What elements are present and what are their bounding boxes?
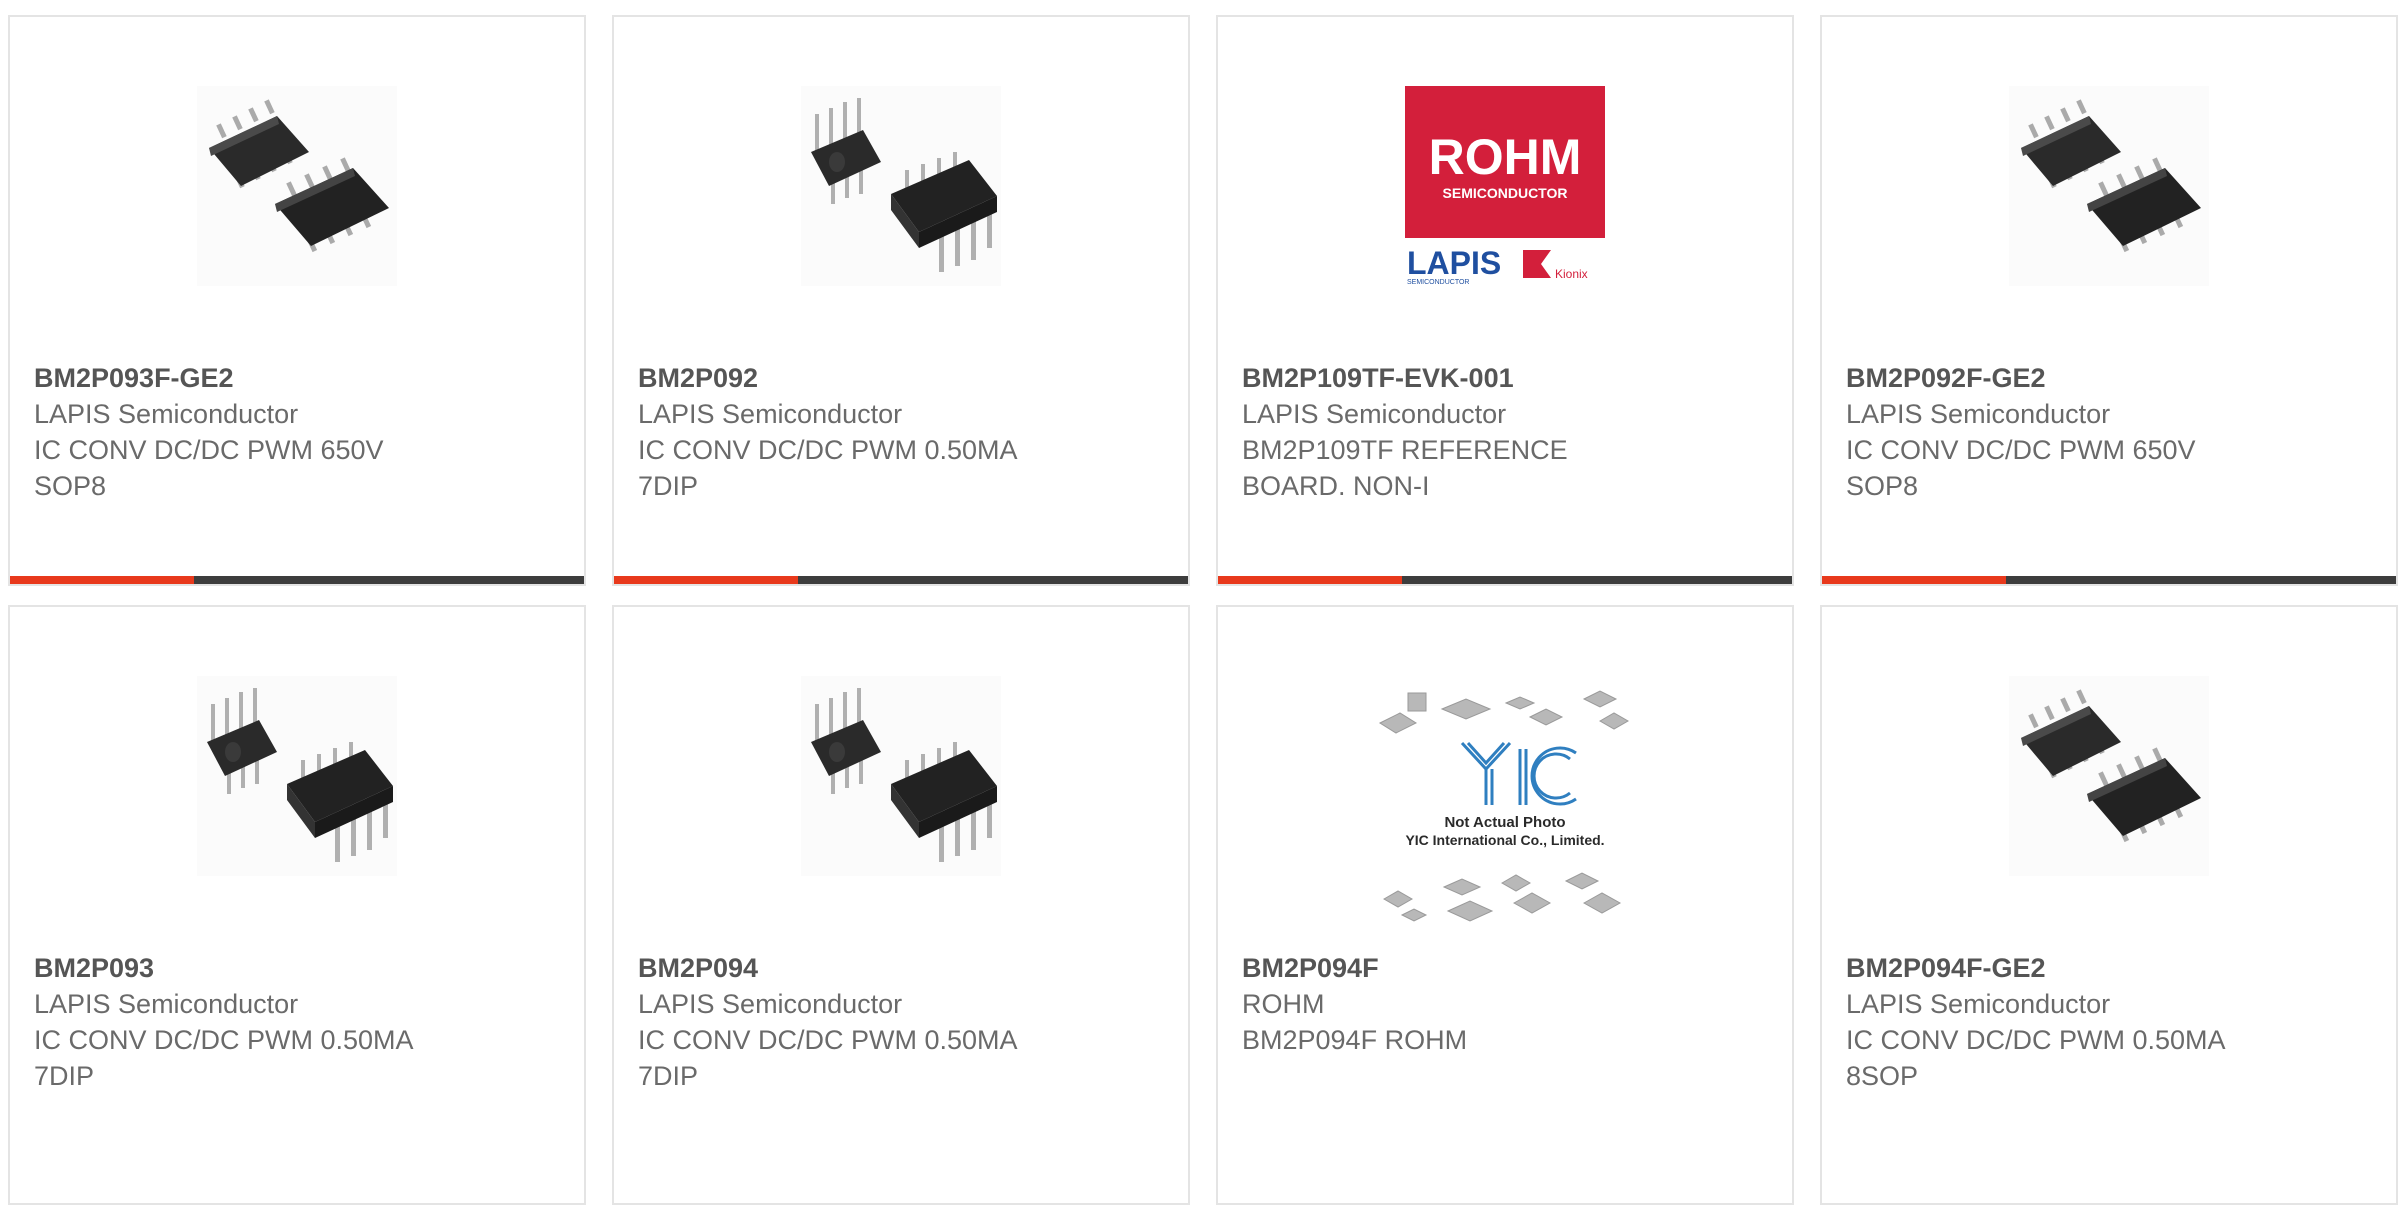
- manufacturer: ROHM: [1242, 989, 1325, 1019]
- description-line-2: BOARD. NON-I: [1242, 471, 1430, 501]
- product-image[interactable]: [2009, 676, 2209, 876]
- part-number[interactable]: BM2P093: [34, 950, 572, 986]
- manufacturer: LAPIS Semiconductor: [638, 399, 903, 429]
- part-number[interactable]: BM2P094F: [1242, 950, 1780, 986]
- dip-chip-photo: [801, 86, 1001, 286]
- dip-chip-photo: [801, 676, 1001, 876]
- manufacturer: LAPIS Semiconductor: [1846, 399, 2111, 429]
- progress-fill: [614, 576, 798, 584]
- progress-bar: [1822, 576, 2396, 584]
- description-line-1: IC CONV DC/DC PWM 650V: [34, 435, 384, 465]
- manufacturer: LAPIS Semiconductor: [1846, 989, 2111, 1019]
- product-card[interactable]: Not Actual Photo YIC International Co., …: [1216, 605, 1794, 1205]
- sop8-chip-photo: [2009, 86, 2209, 286]
- svg-text:Kionix: Kionix: [1555, 267, 1588, 281]
- description-line-1: BM2P109TF REFERENCE: [1242, 435, 1568, 465]
- description-line-1: IC CONV DC/DC PWM 0.50MA: [638, 1025, 1018, 1055]
- yic-placeholder-photo: Not Actual Photo YIC International Co., …: [1370, 687, 1640, 937]
- svg-text:YIC International Co., Limited: YIC International Co., Limited.: [1405, 832, 1604, 848]
- progress-fill: [1822, 576, 2006, 584]
- rohm-lapis-kionix-logo: ROHM SEMICONDUCTOR LAPIS SEMICONDUCTOR K…: [1405, 86, 1605, 286]
- part-number[interactable]: BM2P094F-GE2: [1846, 950, 2384, 986]
- part-number[interactable]: BM2P092F-GE2: [1846, 360, 2384, 396]
- product-card[interactable]: BM2P094F-GE2 LAPIS Semiconductor IC CONV…: [1820, 605, 2398, 1205]
- manufacturer: LAPIS Semiconductor: [638, 989, 903, 1019]
- progress-fill: [1218, 576, 1402, 584]
- product-card[interactable]: BM2P094 LAPIS Semiconductor IC CONV DC/D…: [612, 605, 1190, 1205]
- svg-text:LAPIS: LAPIS: [1407, 245, 1501, 281]
- sop8-chip-photo: [2009, 676, 2209, 876]
- product-grid: BM2P093F-GE2 LAPIS Semiconductor IC CONV…: [8, 15, 2400, 1205]
- description-line-2: 7DIP: [638, 1061, 699, 1091]
- progress-fill: [10, 576, 194, 584]
- svg-text:ROHM: ROHM: [1429, 129, 1582, 185]
- description-line-2: 7DIP: [638, 471, 699, 501]
- product-image[interactable]: [801, 86, 1001, 286]
- product-card[interactable]: ROHM SEMICONDUCTOR LAPIS SEMICONDUCTOR K…: [1216, 15, 1794, 586]
- product-image[interactable]: [197, 676, 397, 876]
- svg-text:SEMICONDUCTOR: SEMICONDUCTOR: [1443, 185, 1568, 201]
- dip-chip-photo: [197, 676, 397, 876]
- description-line-2: SOP8: [34, 471, 107, 501]
- part-number[interactable]: BM2P093F-GE2: [34, 360, 572, 396]
- product-card[interactable]: BM2P093 LAPIS Semiconductor IC CONV DC/D…: [8, 605, 586, 1205]
- manufacturer: LAPIS Semiconductor: [34, 399, 299, 429]
- manufacturer: LAPIS Semiconductor: [34, 989, 299, 1019]
- product-card[interactable]: BM2P092 LAPIS Semiconductor IC CONV DC/D…: [612, 15, 1190, 586]
- sop8-chip-photo: [197, 86, 397, 286]
- progress-bar: [10, 576, 584, 584]
- part-number[interactable]: BM2P109TF-EVK-001: [1242, 360, 1780, 396]
- svg-text:Not Actual Photo: Not Actual Photo: [1444, 814, 1565, 831]
- description-line-2: SOP8: [1846, 471, 1919, 501]
- description-line-2: 7DIP: [34, 1061, 95, 1091]
- part-number[interactable]: BM2P092: [638, 360, 1176, 396]
- description-line-1: IC CONV DC/DC PWM 0.50MA: [1846, 1025, 2226, 1055]
- description-line-1: IC CONV DC/DC PWM 0.50MA: [34, 1025, 414, 1055]
- progress-bar: [1218, 576, 1792, 584]
- product-image[interactable]: [197, 86, 397, 286]
- product-image[interactable]: [2009, 86, 2209, 286]
- description-line-1: IC CONV DC/DC PWM 650V: [1846, 435, 2196, 465]
- product-image[interactable]: [801, 676, 1001, 876]
- product-image[interactable]: Not Actual Photo YIC International Co., …: [1370, 687, 1640, 937]
- progress-bar: [614, 576, 1188, 584]
- description-line-2: 8SOP: [1846, 1061, 1919, 1091]
- manufacturer: LAPIS Semiconductor: [1242, 399, 1507, 429]
- product-card[interactable]: BM2P093F-GE2 LAPIS Semiconductor IC CONV…: [8, 15, 586, 586]
- svg-text:SEMICONDUCTOR: SEMICONDUCTOR: [1407, 279, 1469, 286]
- description-line-1: IC CONV DC/DC PWM 0.50MA: [638, 435, 1018, 465]
- description-line-1: BM2P094F ROHM: [1242, 1025, 1468, 1055]
- product-image[interactable]: ROHM SEMICONDUCTOR LAPIS SEMICONDUCTOR K…: [1405, 86, 1605, 286]
- product-card[interactable]: BM2P092F-GE2 LAPIS Semiconductor IC CONV…: [1820, 15, 2398, 586]
- part-number[interactable]: BM2P094: [638, 950, 1176, 986]
